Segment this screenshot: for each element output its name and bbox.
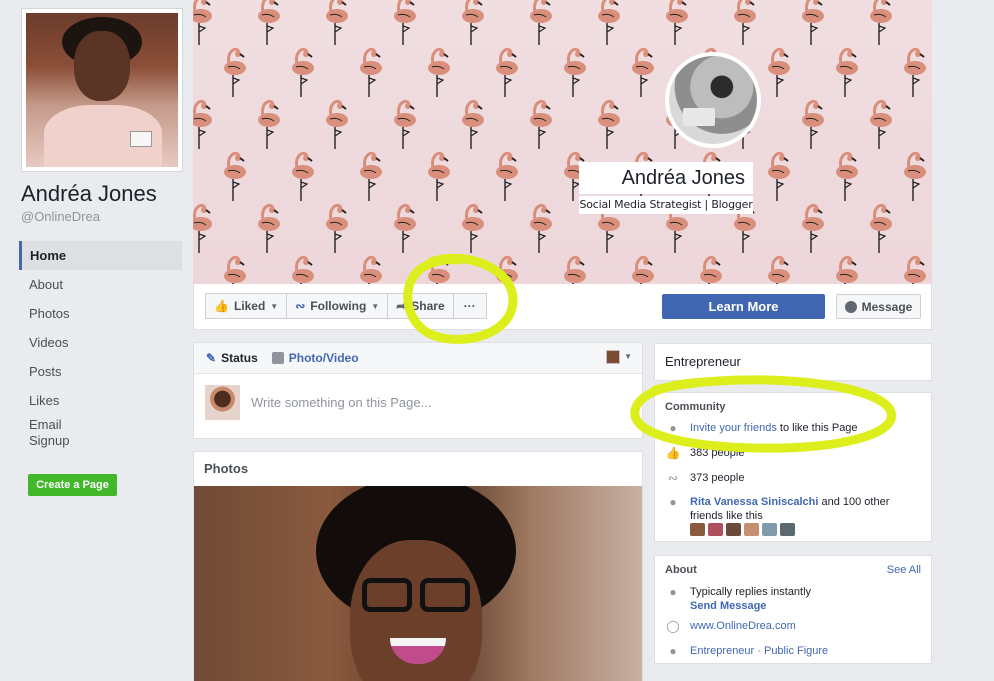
nav-item-likes[interactable]: Likes: [19, 386, 182, 415]
page-nav: Home About Photos Videos Posts Likes Ema…: [19, 241, 182, 449]
about-title: About: [665, 564, 697, 576]
website-row: ◯ www.OnlineDrea.com: [665, 619, 921, 633]
avatar[interactable]: [726, 523, 741, 536]
follows-row: ∾ 373 people: [665, 471, 921, 485]
tab-status[interactable]: ✎ Status: [206, 351, 258, 365]
chevron-down-icon[interactable]: ▼: [624, 352, 632, 361]
featured-photo[interactable]: [194, 486, 642, 681]
nav-item-email-signup[interactable]: Email Signup: [19, 415, 182, 449]
chevron-down-icon: ▼: [270, 301, 279, 311]
rss-icon: ∾: [667, 471, 679, 485]
about-card: About See All ● Typically replies instan…: [654, 555, 932, 664]
nav-item-about[interactable]: About: [19, 270, 182, 299]
action-button-group: 👍 Liked ▼ ∾ Following ▼ ➦ Share ···: [205, 293, 487, 319]
friends-like-row: ● Rita Vanessa Siniscalchi and 100 other…: [665, 495, 921, 523]
share-arrow-icon: ➦: [396, 299, 407, 313]
nav-item-home[interactable]: Home: [19, 241, 182, 270]
page-name[interactable]: Andréa Jones: [21, 181, 157, 207]
photos-title[interactable]: Photos: [194, 452, 642, 485]
liked-label: Liked: [233, 299, 266, 313]
create-page-button[interactable]: Create a Page: [28, 474, 117, 496]
avatar[interactable]: [762, 523, 777, 536]
cover-tagline: Social Media Strategist | Blogger: [579, 196, 753, 214]
following-label: Following: [310, 299, 367, 313]
message-button[interactable]: Message: [836, 294, 921, 319]
cover-name: Andréa Jones: [579, 162, 753, 194]
invite-rest: to like this Page: [779, 422, 858, 434]
website-link[interactable]: www.OnlineDrea.com: [690, 619, 796, 633]
reply-time: Typically replies instantly: [690, 586, 812, 598]
share-button[interactable]: ➦ Share: [388, 293, 454, 319]
invite-row: ● Invite your friends to like this Page: [665, 421, 921, 435]
messenger-icon: [844, 300, 857, 313]
learn-more-button[interactable]: Learn More: [662, 294, 825, 319]
rss-icon: ∾: [295, 299, 306, 313]
share-label: Share: [411, 299, 445, 313]
thumbs-up-icon: 👍: [665, 446, 681, 460]
friend-avatars: [690, 523, 795, 536]
reply-row: ● Typically replies instantly Send Messa…: [665, 585, 921, 613]
composer-input[interactable]: Write something on this Page...: [251, 395, 431, 410]
tab-photo-video[interactable]: Photo/Video: [271, 351, 359, 365]
friend-name-link[interactable]: Rita Vanessa Siniscalchi: [690, 496, 818, 508]
nav-item-videos[interactable]: Videos: [19, 328, 182, 357]
category-card[interactable]: Entrepreneur: [654, 343, 932, 381]
composer-body[interactable]: Write something on this Page...: [205, 385, 431, 420]
composer-tabs: ✎ Status Photo/Video: [194, 343, 642, 374]
avatar[interactable]: [744, 523, 759, 536]
people-icon: ●: [669, 421, 677, 435]
globe-icon: ◯: [666, 619, 680, 633]
more-options-button[interactable]: ···: [453, 293, 487, 319]
thumbs-up-icon: 👍: [214, 299, 229, 313]
post-as-avatar[interactable]: [606, 350, 620, 364]
camera-icon: [271, 352, 284, 364]
community-title: Community: [665, 401, 726, 413]
nav-item-photos[interactable]: Photos: [19, 299, 182, 328]
likes-count: 383 people: [690, 447, 745, 459]
profile-picture[interactable]: [21, 8, 183, 172]
following-button[interactable]: ∾ Following ▼: [287, 293, 389, 319]
chevron-down-icon: ▼: [371, 301, 380, 311]
tag-icon: ●: [669, 644, 677, 658]
follows-count: 373 people: [690, 472, 745, 484]
tab-status-label: Status: [221, 351, 258, 365]
send-message-link[interactable]: Send Message: [690, 599, 811, 613]
tab-photo-video-label: Photo/Video: [288, 351, 359, 365]
avatar[interactable]: [690, 523, 705, 536]
community-card: Community ● Invite your friends to like …: [654, 392, 932, 542]
about-header: About See All: [655, 556, 931, 576]
categories-row: ● Entrepreneur · Public Figure: [665, 644, 921, 658]
liked-button[interactable]: 👍 Liked ▼: [205, 293, 288, 319]
cover-avatar: [665, 52, 761, 148]
photos-card: Photos: [193, 451, 643, 681]
profile-photo: [26, 13, 178, 167]
message-label: Message: [861, 299, 913, 314]
avatar[interactable]: [708, 523, 723, 536]
page-action-bar: 👍 Liked ▼ ∾ Following ▼ ➦ Share ··· Lear…: [193, 284, 932, 330]
avatar[interactable]: [780, 523, 795, 536]
pencil-icon: ✎: [206, 351, 217, 365]
flamingo-pattern: [193, 0, 928, 284]
likes-row: 👍 383 people: [665, 446, 921, 460]
invite-friends-link[interactable]: Invite your friends: [690, 422, 777, 434]
categories-link[interactable]: Entrepreneur · Public Figure: [690, 644, 828, 658]
friends-icon: ●: [669, 495, 677, 509]
composer-avatar: [205, 385, 240, 420]
messenger-icon: ●: [669, 585, 677, 599]
see-all-link[interactable]: See All: [887, 564, 921, 576]
cover-photo[interactable]: Andréa Jones Social Media Strategist | B…: [193, 0, 932, 284]
page-handle[interactable]: @OnlineDrea: [21, 209, 100, 224]
nav-item-posts[interactable]: Posts: [19, 357, 182, 386]
post-composer: ✎ Status Photo/Video ▼ Write something o…: [193, 342, 643, 439]
